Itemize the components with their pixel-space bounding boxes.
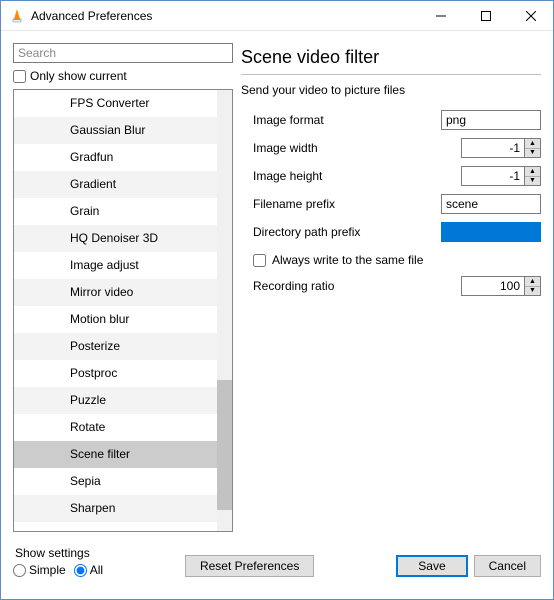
image-height-input[interactable]	[461, 166, 525, 186]
image-height-stepper[interactable]: ▲▼	[461, 166, 541, 186]
filter-tree: FPS ConverterGaussian BlurGradfunGradien…	[13, 89, 233, 532]
cancel-button[interactable]: Cancel	[474, 555, 541, 577]
simple-radio-label[interactable]: Simple	[13, 563, 66, 577]
image-format-label: Image format	[241, 113, 391, 127]
image-width-label: Image width	[241, 141, 391, 155]
tree-item[interactable]: Rotate	[14, 414, 217, 441]
image-format-input[interactable]	[441, 110, 541, 130]
tree-item[interactable]: FPS Converter	[14, 90, 217, 117]
reset-preferences-button[interactable]: Reset Preferences	[185, 555, 314, 577]
close-button[interactable]	[508, 1, 553, 30]
image-width-input[interactable]	[461, 138, 525, 158]
tree-item[interactable]: Sepia	[14, 468, 217, 495]
spin-up-icon[interactable]: ▲	[525, 167, 540, 177]
tree-item[interactable]: Image adjust	[14, 252, 217, 279]
app-icon	[9, 8, 25, 24]
always-write-checkbox[interactable]	[253, 254, 266, 267]
save-button[interactable]: Save	[396, 555, 467, 577]
titlebar: Advanced Preferences	[1, 1, 553, 31]
tree-scrollbar[interactable]	[217, 90, 232, 531]
filename-prefix-label: Filename prefix	[241, 197, 391, 211]
show-settings-group: Show settings Simple All	[13, 546, 103, 577]
filename-prefix-input[interactable]	[441, 194, 541, 214]
tree-item[interactable]: Motion blur	[14, 306, 217, 333]
window-title: Advanced Preferences	[31, 9, 418, 23]
simple-radio[interactable]	[13, 564, 26, 577]
tree-item[interactable]: Postproc	[14, 360, 217, 387]
tree-item[interactable]: Puzzle	[14, 387, 217, 414]
panel-divider	[241, 74, 541, 75]
tree-item[interactable]: Gradfun	[14, 144, 217, 171]
all-radio-label[interactable]: All	[74, 563, 103, 577]
tree-scroll-thumb[interactable]	[217, 380, 232, 510]
search-input[interactable]	[13, 43, 233, 63]
tree-item[interactable]: Gradient	[14, 171, 217, 198]
panel-subtitle: Send your video to picture files	[241, 83, 541, 97]
spin-down-icon[interactable]: ▼	[525, 149, 540, 158]
image-width-stepper[interactable]: ▲▼	[461, 138, 541, 158]
tree-item[interactable]: Mirror video	[14, 279, 217, 306]
spin-down-icon[interactable]: ▼	[525, 287, 540, 296]
tree-item[interactable]: Sharpen	[14, 495, 217, 522]
spin-up-icon[interactable]: ▲	[525, 139, 540, 149]
always-write-label: Always write to the same file	[272, 253, 423, 267]
recording-ratio-input[interactable]	[461, 276, 525, 296]
recording-ratio-label: Recording ratio	[241, 279, 391, 293]
panel-title: Scene video filter	[241, 47, 541, 68]
only-show-current-checkbox[interactable]	[13, 70, 26, 83]
image-height-label: Image height	[241, 169, 391, 183]
tree-item[interactable]: Scene filter	[14, 441, 217, 468]
dir-prefix-input[interactable]	[441, 222, 541, 242]
recording-ratio-stepper[interactable]: ▲▼	[461, 276, 541, 296]
tree-item[interactable]: Grain	[14, 198, 217, 225]
spin-up-icon[interactable]: ▲	[525, 277, 540, 287]
minimize-button[interactable]	[418, 1, 463, 30]
all-radio[interactable]	[74, 564, 87, 577]
show-settings-label: Show settings	[13, 546, 103, 560]
maximize-button[interactable]	[463, 1, 508, 30]
tree-item[interactable]: HQ Denoiser 3D	[14, 225, 217, 252]
dir-prefix-label: Directory path prefix	[241, 225, 391, 239]
only-show-current-label: Only show current	[30, 69, 127, 83]
spin-down-icon[interactable]: ▼	[525, 177, 540, 186]
tree-item[interactable]: Gaussian Blur	[14, 117, 217, 144]
tree-item[interactable]: Posterize	[14, 333, 217, 360]
